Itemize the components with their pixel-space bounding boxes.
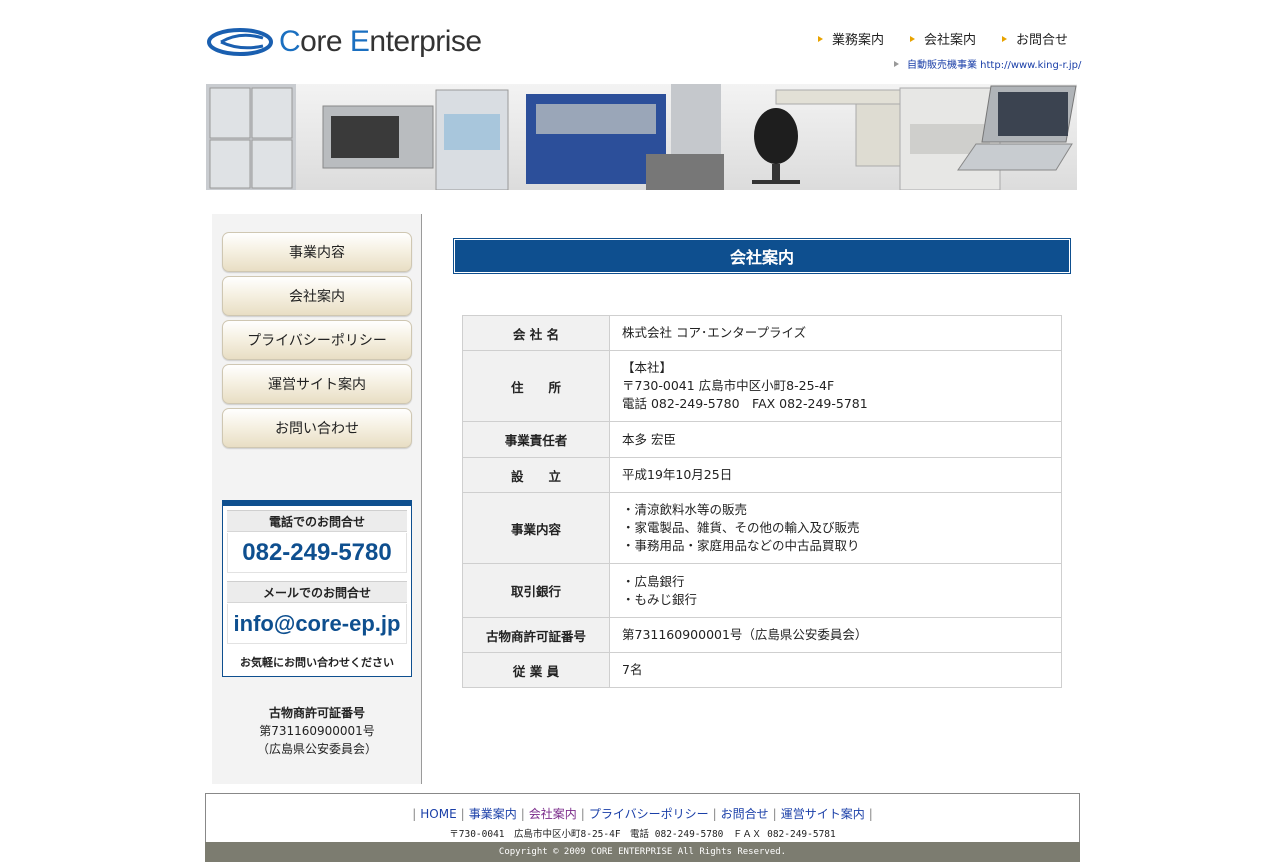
row-key: 古物商許可証番号 (462, 617, 610, 653)
row-key: 事業責任者 (462, 421, 610, 458)
arrow-right-icon (894, 60, 899, 67)
row-key: 会 社 名 (462, 315, 610, 351)
row-value: ・広島銀行 ・もみじ銀行 (609, 563, 1062, 618)
row-key: 設 立 (462, 457, 610, 493)
row-value: 平成19年10月25日 (609, 457, 1062, 493)
row-value: 7名 (609, 652, 1062, 688)
row-value: 第731160900001号（広島県公安委員会） (609, 617, 1062, 653)
contact-note: お気軽にお問い合わせください (240, 656, 394, 669)
site-logo[interactable]: Core Enterprise (207, 24, 482, 60)
arrow-right-icon (910, 35, 916, 42)
page-title: 会社案内 (453, 238, 1071, 274)
table-row: 会 社 名 株式会社 コア･エンタープライズ (462, 315, 1062, 351)
footer-address: 〒730-0041 広島市中区小町8-25-4F 電話 082-249-5780… (449, 829, 836, 840)
vending-link[interactable]: 自動販売機事業 http://www.king-r.jp/ (894, 56, 1081, 71)
table-row: 事業責任者 本多 宏臣 (462, 421, 1062, 458)
separator: | (412, 807, 417, 821)
phone-number: 082-249-5780 (227, 533, 407, 573)
sidebar-item-business[interactable]: 事業内容 (222, 232, 412, 272)
separator: | (712, 807, 717, 821)
sidebar-item-contact[interactable]: お問い合わせ (222, 408, 412, 448)
table-row: 古物商許可証番号 第731160900001号（広島県公安委員会） (462, 617, 1062, 653)
footer-link-home[interactable]: HOME (420, 807, 456, 821)
product-banner-image (206, 84, 1077, 190)
copyright: Copyright © 2009 CORE ENTERPRISE All Rig… (205, 842, 1080, 862)
separator: | (580, 807, 585, 821)
footer: | HOME | 事業案内 | 会社案内 | プライバシーポリシー | お問合せ | 運営サイト案内 |… (205, 793, 1080, 862)
top-nav-company[interactable]: 会社案内 (910, 29, 976, 48)
row-value: 株式会社 コア･エンタープライズ (609, 315, 1062, 351)
row-key: 事業内容 (462, 492, 610, 564)
separator: | (520, 807, 525, 821)
row-key: 従 業 員 (462, 652, 610, 688)
row-value: ・清涼飲料水等の販売 ・家電製品、雑貨、その他の輸入及び販売 ・事務用品・家庭用品な… (609, 492, 1062, 564)
top-nav: 業務案内 会社案内 お問合せ (818, 29, 1068, 48)
logo-wordmark: Core Enterprise (279, 25, 482, 58)
separator: | (868, 807, 873, 821)
row-key: 取引銀行 (462, 563, 610, 618)
row-value: 本多 宏臣 (609, 421, 1062, 458)
license-title: 古物商許可証番号 (268, 706, 365, 720)
phone-heading: 電話でのお問合せ (227, 510, 407, 532)
footer-link-contact[interactable]: お問合せ (721, 807, 769, 821)
table-row: 事業内容 ・清涼飲料水等の販売 ・家電製品、雑貨、その他の輸入及び販売 ・事務用品・… (462, 492, 1062, 564)
top-nav-contact[interactable]: お問合せ (1002, 29, 1068, 48)
sidebar: 事業内容 会社案内 プライバシーポリシー 運営サイト案内 お問い合わせ 電話での… (212, 214, 422, 784)
footer-link-sites[interactable]: 運営サイト案内 (781, 807, 865, 821)
header-banner (206, 84, 1077, 190)
license-authority: （広島県公安委員会） (256, 742, 377, 756)
footer-link-company[interactable]: 会社案内 (529, 807, 577, 821)
sidebar-item-privacy[interactable]: プライバシーポリシー (222, 320, 412, 360)
sidebar-item-sites[interactable]: 運営サイト案内 (222, 364, 412, 404)
license-number: 第731160900001号 (259, 724, 375, 738)
footer-nav: | HOME | 事業案内 | 会社案内 | プライバシーポリシー | お問合せ | 運営サイト案内 | (206, 805, 1079, 822)
row-key: 住 所 (462, 350, 610, 422)
swoosh-logo-icon (207, 28, 273, 56)
mail-heading: メールでのお問合せ (227, 581, 407, 603)
separator: | (772, 807, 777, 821)
table-row: 設 立 平成19年10月25日 (462, 457, 1062, 493)
sidebar-item-company[interactable]: 会社案内 (222, 276, 412, 316)
arrow-right-icon (818, 35, 823, 42)
company-info-table: 会 社 名 株式会社 コア･エンタープライズ 住 所 【本社】 〒730-0041… (462, 315, 1062, 688)
table-row: 取引銀行 ・広島銀行 ・もみじ銀行 (462, 563, 1062, 618)
row-value: 【本社】 〒730-0041 広島市中区小町8-25-4F 電話 082-249-5… (609, 350, 1062, 422)
mail-address[interactable]: info@core-ep.jp (227, 604, 407, 644)
top-nav-business[interactable]: 業務案内 (818, 29, 884, 48)
table-row: 住 所 【本社】 〒730-0041 広島市中区小町8-25-4F 電話 082-2… (462, 350, 1062, 422)
table-row: 従 業 員 7名 (462, 652, 1062, 688)
footer-link-business[interactable]: 事業案内 (469, 807, 517, 821)
arrow-right-icon (1002, 35, 1008, 42)
contact-box: 電話でのお問合せ 082-249-5780 メールでのお問合せ info@cor… (222, 500, 412, 677)
separator: | (460, 807, 465, 821)
footer-link-privacy[interactable]: プライバシーポリシー (589, 807, 709, 821)
license-info: 古物商許可証番号 第731160900001号 （広島県公安委員会） (212, 704, 422, 758)
